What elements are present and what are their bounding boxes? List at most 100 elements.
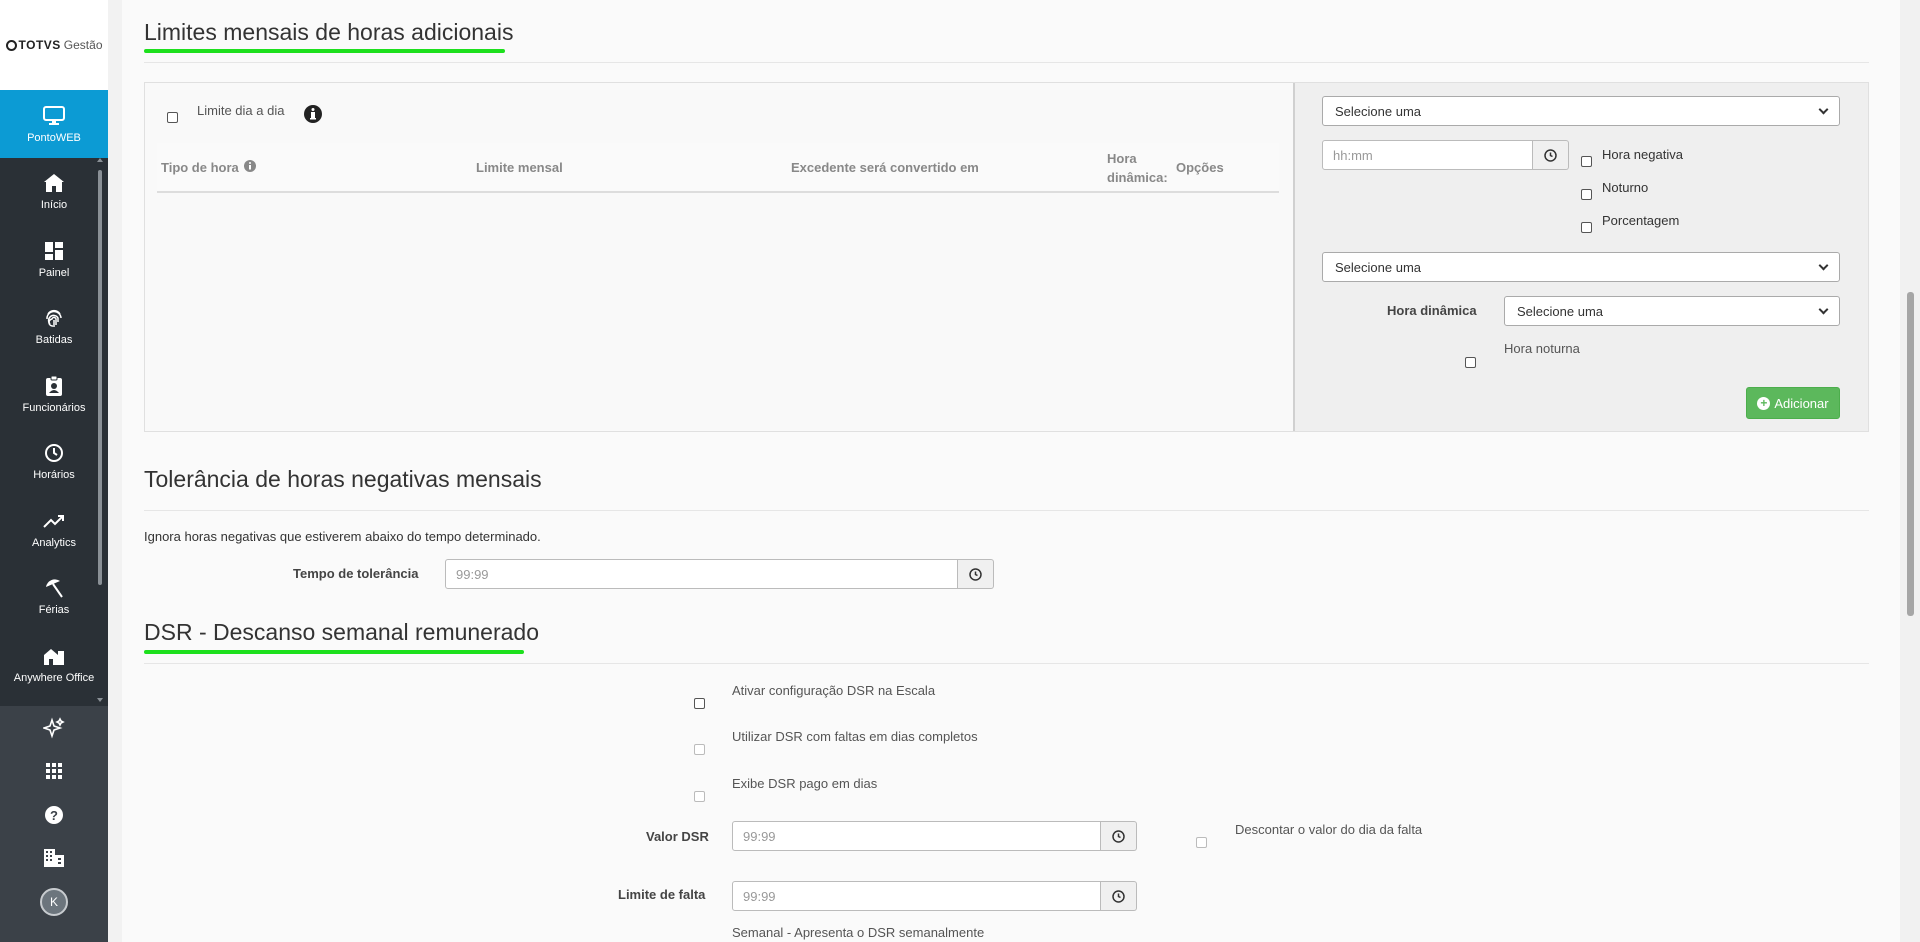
tolerance-title: Tolerância de horas negativas mensais	[144, 466, 542, 492]
sidebar-scroll-down[interactable]	[97, 698, 103, 702]
hora-noturna-label: Hora noturna	[1504, 341, 1580, 356]
valor-dsr-input[interactable]: 99:99	[732, 821, 1101, 851]
chevron-down-icon	[1818, 260, 1829, 270]
day-by-day-label: Limite dia a dia	[197, 103, 285, 118]
sidebar-bottom: ? K	[0, 706, 108, 942]
nav-label: Funcionários	[22, 401, 86, 414]
noturno-label: Noturno	[1602, 180, 1649, 195]
brand-logo[interactable]: TOTVS Gestão	[0, 0, 108, 90]
clock-addon-button[interactable]	[958, 559, 994, 589]
ativar-dsr-checkbox[interactable]	[694, 698, 705, 709]
page-scrollbar-thumb[interactable]	[1907, 292, 1914, 616]
col-hora-dinamica-line1: Hora	[1107, 151, 1137, 166]
nav-item-batidas[interactable]: Batidas	[0, 293, 108, 361]
nav-label: Analytics	[31, 536, 77, 549]
hora-dinamica-select[interactable]: Selecione uma	[1504, 296, 1840, 326]
user-avatar[interactable]: K	[0, 880, 108, 924]
col-excedente: Excedente será convertido em	[791, 160, 979, 175]
tolerance-description: Ignora horas negativas que estiverem aba…	[144, 529, 541, 544]
brand-product: Gestão	[63, 38, 103, 52]
utilizar-dsr-label: Utilizar DSR com faltas em dias completo…	[732, 729, 978, 744]
limite-falta-input[interactable]: 99:99	[732, 881, 1101, 911]
excedente-select[interactable]: Selecione uma	[1322, 252, 1840, 282]
exibe-dsr-label: Exibe DSR pago em dias	[732, 776, 878, 791]
trend-icon	[42, 509, 66, 533]
hora-dinamica-label: Hora dinâmica	[1387, 303, 1477, 318]
noturno-checkbox[interactable]	[1581, 189, 1592, 200]
apps-grid-icon[interactable]	[0, 750, 108, 794]
utilizar-dsr-checkbox[interactable]	[694, 744, 705, 755]
descontar-checkbox[interactable]	[1196, 837, 1207, 848]
clock-icon	[969, 567, 982, 581]
nav-item-horarios[interactable]: Horários	[0, 428, 108, 496]
nav-item-painel[interactable]: Painel	[0, 225, 108, 293]
nav-item-anywhere-office[interactable]: Anywhere Office	[0, 630, 108, 698]
tipo-hora-select[interactable]: Selecione uma	[1322, 96, 1840, 126]
nav-item-analytics[interactable]: Analytics	[0, 495, 108, 563]
clock-addon-button[interactable]	[1533, 140, 1569, 170]
sparkle-icon[interactable]	[0, 706, 108, 750]
nav-item-funcionarios[interactable]: Funcionários	[0, 360, 108, 428]
limite-falta-label: Limite de falta	[618, 887, 706, 902]
svg-text:?: ?	[50, 808, 58, 823]
select-value: Selecione uma	[1517, 303, 1603, 319]
help-icon[interactable]: ?	[0, 793, 108, 837]
porcentagem-checkbox[interactable]	[1581, 222, 1592, 233]
clock-addon-button[interactable]	[1101, 881, 1137, 911]
totvs-logo: TOTVS	[5, 38, 61, 52]
hora-negativa-label: Hora negativa	[1602, 147, 1683, 162]
day-by-day-checkbox[interactable]	[167, 112, 178, 123]
monitor-icon	[42, 104, 66, 128]
chevron-down-icon	[1818, 304, 1829, 314]
select-value: Selecione uma	[1335, 103, 1421, 119]
clock-addon-button[interactable]	[1101, 821, 1137, 851]
nav-label: Painel	[38, 266, 70, 279]
porcentagem-label: Porcentagem	[1602, 213, 1680, 228]
page-scrollbar[interactable]	[1900, 0, 1920, 942]
content-gutter	[108, 0, 122, 942]
dashboard-icon	[42, 239, 66, 263]
nav-label: Início	[40, 199, 68, 212]
home-icon	[42, 171, 66, 195]
nav-label: Férias	[38, 604, 70, 617]
badge-icon	[42, 374, 66, 398]
exibe-dsr-checkbox[interactable]	[694, 791, 705, 802]
clock-icon	[1112, 889, 1125, 903]
tolerance-time-input[interactable]: 99:99	[445, 559, 958, 589]
nav-label: Horários	[33, 469, 75, 482]
nav-label: Batidas	[35, 334, 73, 347]
divider	[144, 663, 1869, 664]
select-value: Selecione uma	[1335, 259, 1421, 275]
hora-noturna-checkbox[interactable]	[1465, 357, 1476, 368]
company-icon[interactable]	[0, 837, 108, 881]
clock-icon	[1112, 829, 1125, 843]
valor-dsr-label: Valor DSR	[646, 829, 709, 844]
fingerprint-icon	[42, 306, 66, 330]
chevron-down-icon	[1818, 104, 1829, 114]
dsr-title-underline	[144, 650, 524, 654]
semanal-label: Semanal - Apresenta o DSR semanalmente	[732, 925, 985, 940]
sidebar: TOTVS Gestão PontoWEB Início Painel Bati…	[0, 0, 108, 942]
divider	[144, 510, 1869, 511]
tolerance-field-label: Tempo de tolerância	[293, 566, 419, 581]
hora-negativa-checkbox[interactable]	[1581, 156, 1592, 167]
divider	[144, 62, 1869, 63]
nav-item-inicio[interactable]: Início	[0, 158, 108, 226]
clock-icon	[1544, 148, 1557, 162]
limit-time-input[interactable]: hh:mm	[1322, 140, 1533, 170]
info-icon[interactable]	[304, 105, 322, 123]
avatar: K	[40, 887, 68, 916]
descontar-label: Descontar o valor do dia da falta	[1235, 822, 1423, 837]
limits-title-underline	[144, 49, 505, 53]
nav-item-pontoweb[interactable]: PontoWEB	[0, 90, 108, 158]
clock-icon	[42, 441, 66, 465]
nav-item-ferias[interactable]: Férias	[0, 563, 108, 631]
building-home-icon	[42, 644, 66, 668]
ativar-dsr-label: Ativar configuração DSR na Escala	[732, 683, 936, 698]
info-icon[interactable]	[244, 159, 256, 172]
main-nav: PontoWEB Início Painel Batidas Funcionár…	[0, 90, 108, 702]
add-button[interactable]: + Adicionar	[1746, 387, 1840, 419]
dsr-title: DSR - Descanso semanal remunerado	[144, 619, 540, 645]
sidebar-scrollbar[interactable]	[98, 170, 102, 585]
sidebar-scroll-up[interactable]	[97, 158, 103, 162]
